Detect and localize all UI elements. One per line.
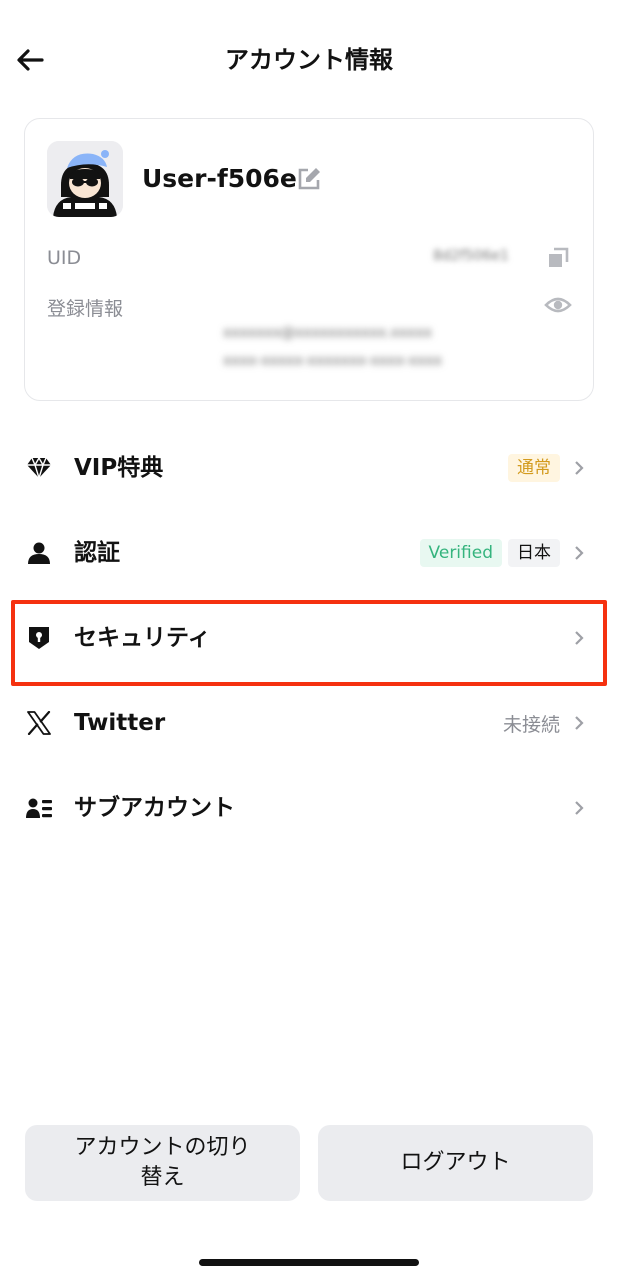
- copy-icon[interactable]: [545, 245, 571, 271]
- logout-button[interactable]: ログアウト: [318, 1125, 593, 1201]
- diamond-icon: [24, 453, 54, 483]
- menu-item-twitter[interactable]: Twitter 未接続: [0, 681, 618, 765]
- avatar[interactable]: [47, 141, 123, 217]
- home-indicator: [199, 1259, 419, 1266]
- twitter-status: 未接続: [502, 713, 560, 736]
- profile-card: User-f506e UID 8d2f506e1 登録情報 xxxxxxx@xx…: [24, 118, 594, 401]
- shield-lock-icon: [24, 623, 54, 653]
- region-badge: 日本: [508, 539, 560, 567]
- menu-label-verification: 認証: [74, 540, 120, 566]
- registration-value-line2: xxxx-xxxxx-xxxxxxx-xxxx-xxxx: [223, 353, 443, 369]
- registration-label: 登録情報: [47, 298, 124, 320]
- menu-label-vip: VIP特典: [74, 455, 164, 481]
- chevron-right-icon: [575, 631, 584, 645]
- username: User-f506e: [142, 164, 297, 193]
- menu-label-sub-account: サブアカウント: [74, 795, 235, 821]
- menu-label-security: セキュリティ: [74, 625, 211, 651]
- bottom-actions: アカウントの切り替え ログアウト: [0, 1125, 618, 1201]
- menu-item-sub-account[interactable]: サブアカウント: [0, 766, 618, 850]
- menu-item-vip[interactable]: VIP特典 通常: [0, 426, 618, 510]
- x-logo-icon: [24, 708, 54, 738]
- person-icon: [24, 538, 54, 568]
- registration-value: xxxxxxx@xxxxxxxxxxx.xxxxx xxxx-xxxxx-xxx…: [223, 319, 541, 375]
- verified-badge: Verified: [419, 539, 502, 567]
- switch-account-button[interactable]: アカウントの切り替え: [25, 1125, 300, 1201]
- eye-icon[interactable]: [544, 293, 572, 317]
- chevron-right-icon: [575, 801, 584, 815]
- edit-icon[interactable]: [295, 165, 323, 193]
- app-header: アカウント情報: [0, 0, 618, 118]
- chevron-right-icon: [575, 461, 584, 475]
- vip-level-badge: 通常: [508, 454, 560, 482]
- chevron-right-icon: [575, 716, 584, 730]
- page-title: アカウント情報: [225, 46, 393, 74]
- sub-account-icon: [24, 793, 54, 823]
- uid-label: UID: [47, 247, 82, 269]
- avatar-illustration: [47, 141, 123, 217]
- chevron-right-icon: [575, 546, 584, 560]
- registration-value-line1: xxxxxxx@xxxxxxxxxxx.xxxxx: [223, 325, 433, 341]
- menu-item-security[interactable]: セキュリティ: [0, 596, 618, 680]
- menu-item-verification[interactable]: 認証 Verified 日本: [0, 511, 618, 595]
- menu-label-twitter: Twitter: [74, 710, 166, 736]
- uid-value: 8d2f506e1: [433, 248, 509, 264]
